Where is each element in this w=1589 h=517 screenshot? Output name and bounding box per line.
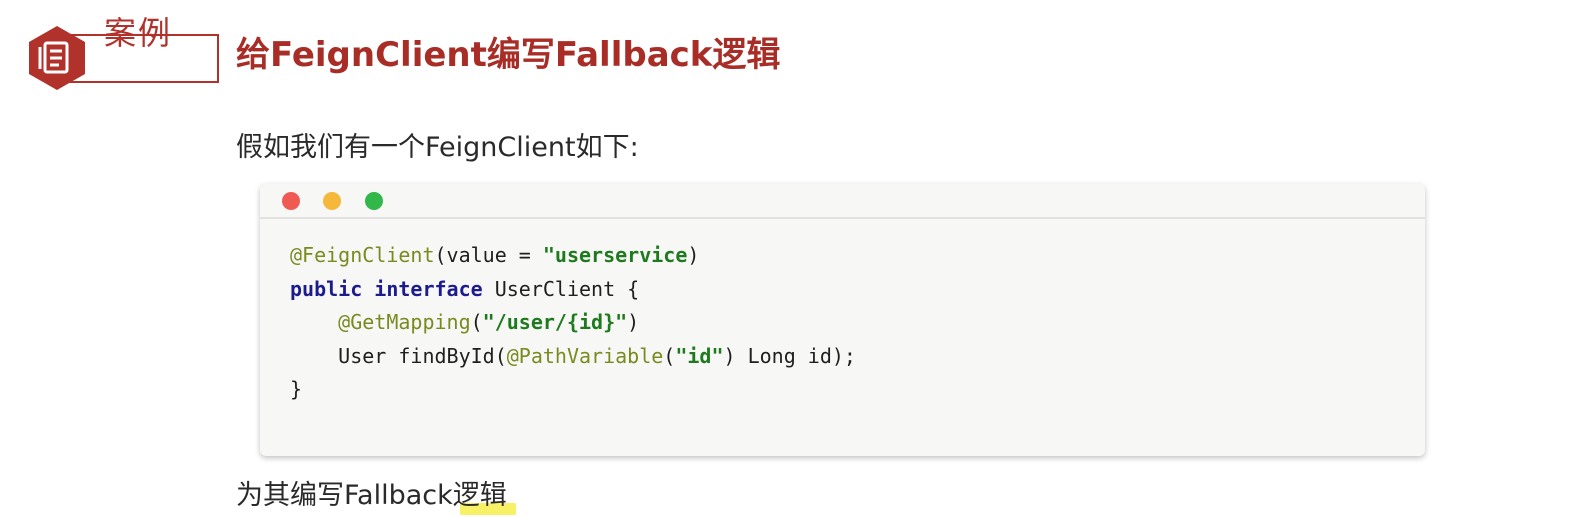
code-line-2: public interface UserClient { xyxy=(290,276,640,301)
code-block: @FeignClient(value = "userservice) publi… xyxy=(290,239,856,407)
annotation-token: @FeignClient xyxy=(290,243,435,267)
document-icon xyxy=(29,26,85,90)
string-token: "id" xyxy=(675,343,724,368)
annotation-token: @PathVariable xyxy=(506,343,664,368)
annotation-token: @GetMapping xyxy=(338,310,471,334)
code-line-4: User findById(@PathVariable("id") Long i… xyxy=(290,343,856,368)
page-title: 给FeignClient编写Fallback逻辑 xyxy=(236,35,781,75)
keyword-token: public xyxy=(290,276,363,301)
code-line-1: @FeignClient(value = "userservice) xyxy=(290,243,700,267)
footer-text: 为其编写Fallback逻辑 xyxy=(236,480,507,511)
keyword-token: interface xyxy=(374,276,483,301)
intro-text: 假如我们有一个FeignClient如下: xyxy=(236,132,639,163)
string-token: "/user/{id}" xyxy=(482,310,628,334)
code-line-5: } xyxy=(290,377,303,401)
maximize-dot-icon xyxy=(365,192,383,210)
close-dot-icon xyxy=(282,192,300,210)
code-window: @FeignClient(value = "userservice) publi… xyxy=(260,184,1425,456)
code-line-3: @GetMapping("/user/{id}") xyxy=(338,310,640,334)
code-window-titlebar xyxy=(260,184,1425,219)
minimize-dot-icon xyxy=(323,192,341,210)
case-badge-label: 案例 xyxy=(104,14,173,52)
string-token: "userservice xyxy=(542,243,688,267)
